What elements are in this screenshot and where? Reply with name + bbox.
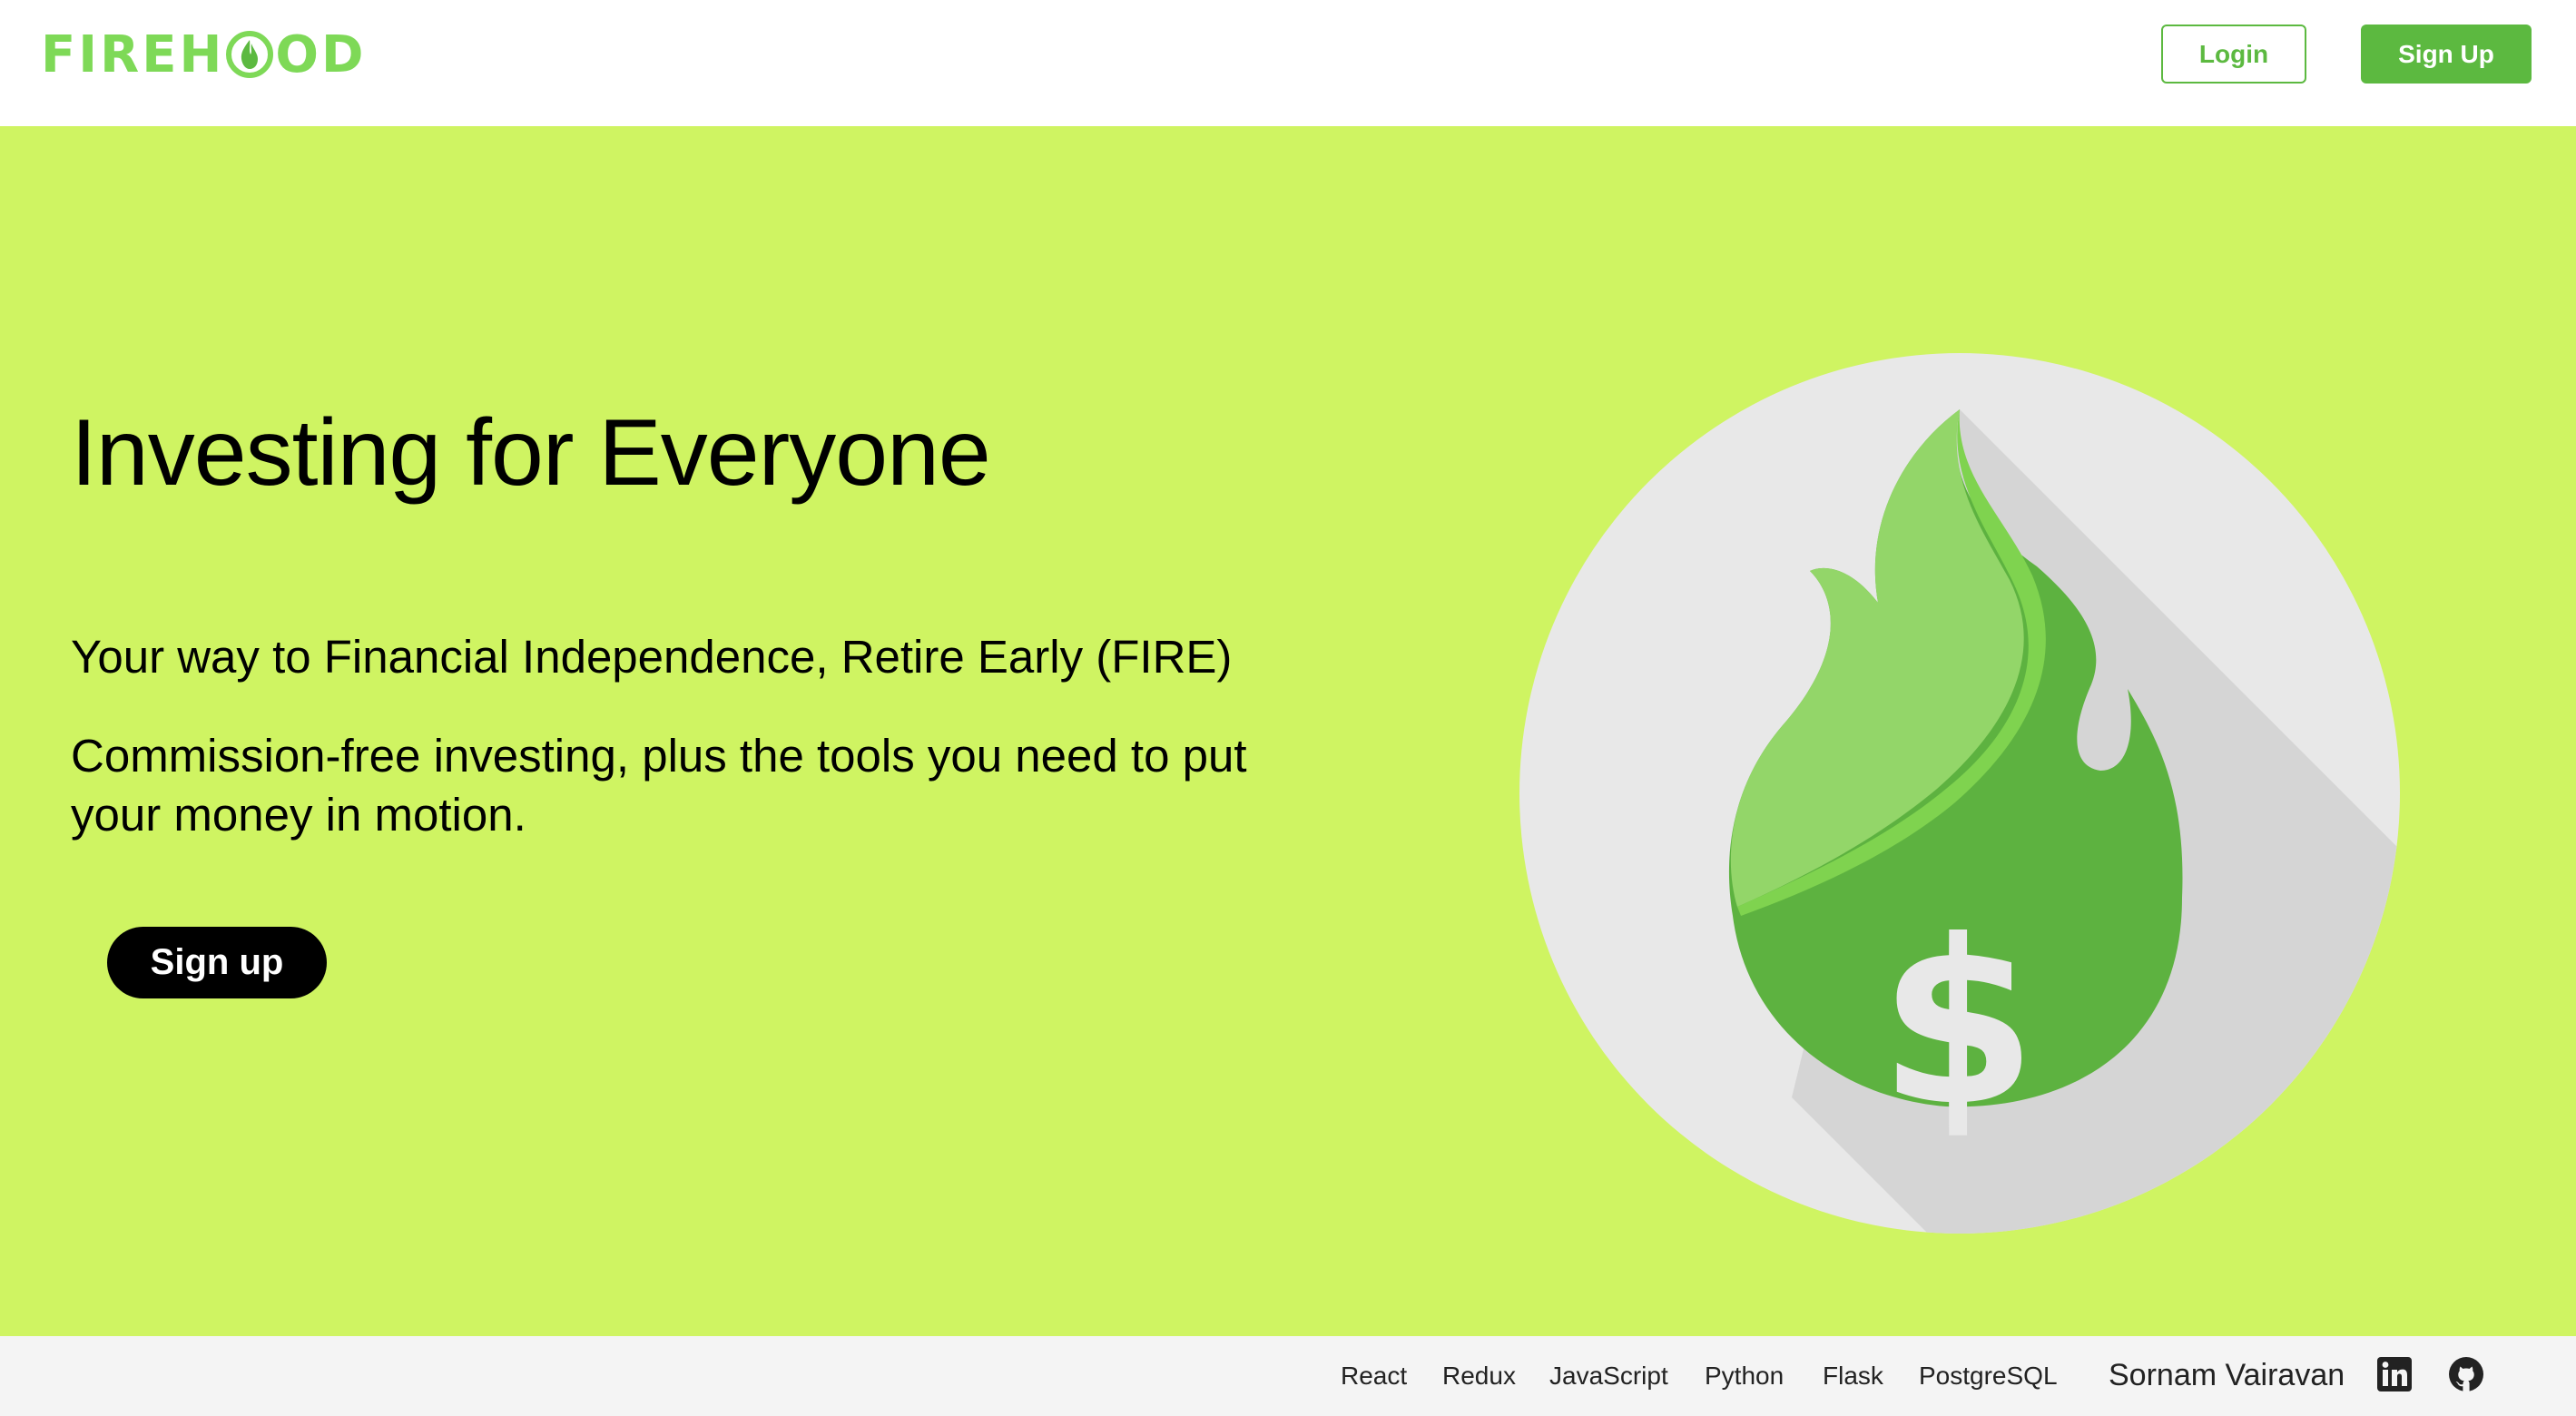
logo-text-prefix: FIREH: [41, 25, 225, 84]
logo-text-suffix: OD: [275, 25, 367, 84]
top-navbar: FIREH OD Login Sign Up: [0, 0, 2576, 126]
login-button[interactable]: Login: [2161, 25, 2306, 84]
footer-link-javascript[interactable]: JavaScript: [1549, 1362, 1668, 1391]
hero-section: Investing for Everyone Your way to Finan…: [0, 126, 2576, 1336]
hero-signup-button[interactable]: Sign up: [107, 927, 327, 998]
footer-link-python[interactable]: Python: [1705, 1362, 1784, 1391]
footer-link-react[interactable]: React: [1341, 1362, 1407, 1391]
hero-subtitle: Your way to Financial Independence, Reti…: [71, 631, 1233, 683]
footer-link-postgresql[interactable]: PostgreSQL: [1919, 1362, 2058, 1391]
footer-author-name: Sornam Vairavan: [2109, 1358, 2345, 1392]
svg-text:$: $: [1879, 891, 2037, 1155]
flame-o-icon: [226, 31, 274, 78]
hero-headline: Investing for Everyone: [71, 400, 991, 506]
firehood-logo[interactable]: FIREH OD: [41, 25, 367, 84]
footer-link-flask[interactable]: Flask: [1823, 1362, 1883, 1391]
footer-link-redux[interactable]: Redux: [1442, 1362, 1516, 1391]
flame-dollar-icon: $: [1519, 353, 2400, 1234]
github-icon[interactable]: [2448, 1356, 2484, 1392]
signup-button[interactable]: Sign Up: [2361, 25, 2532, 84]
page-footer: React Redux JavaScript Python Flask Post…: [0, 1336, 2576, 1416]
linkedin-icon[interactable]: [2376, 1356, 2413, 1392]
hero-description: Commission-free investing, plus the tool…: [71, 730, 1247, 841]
